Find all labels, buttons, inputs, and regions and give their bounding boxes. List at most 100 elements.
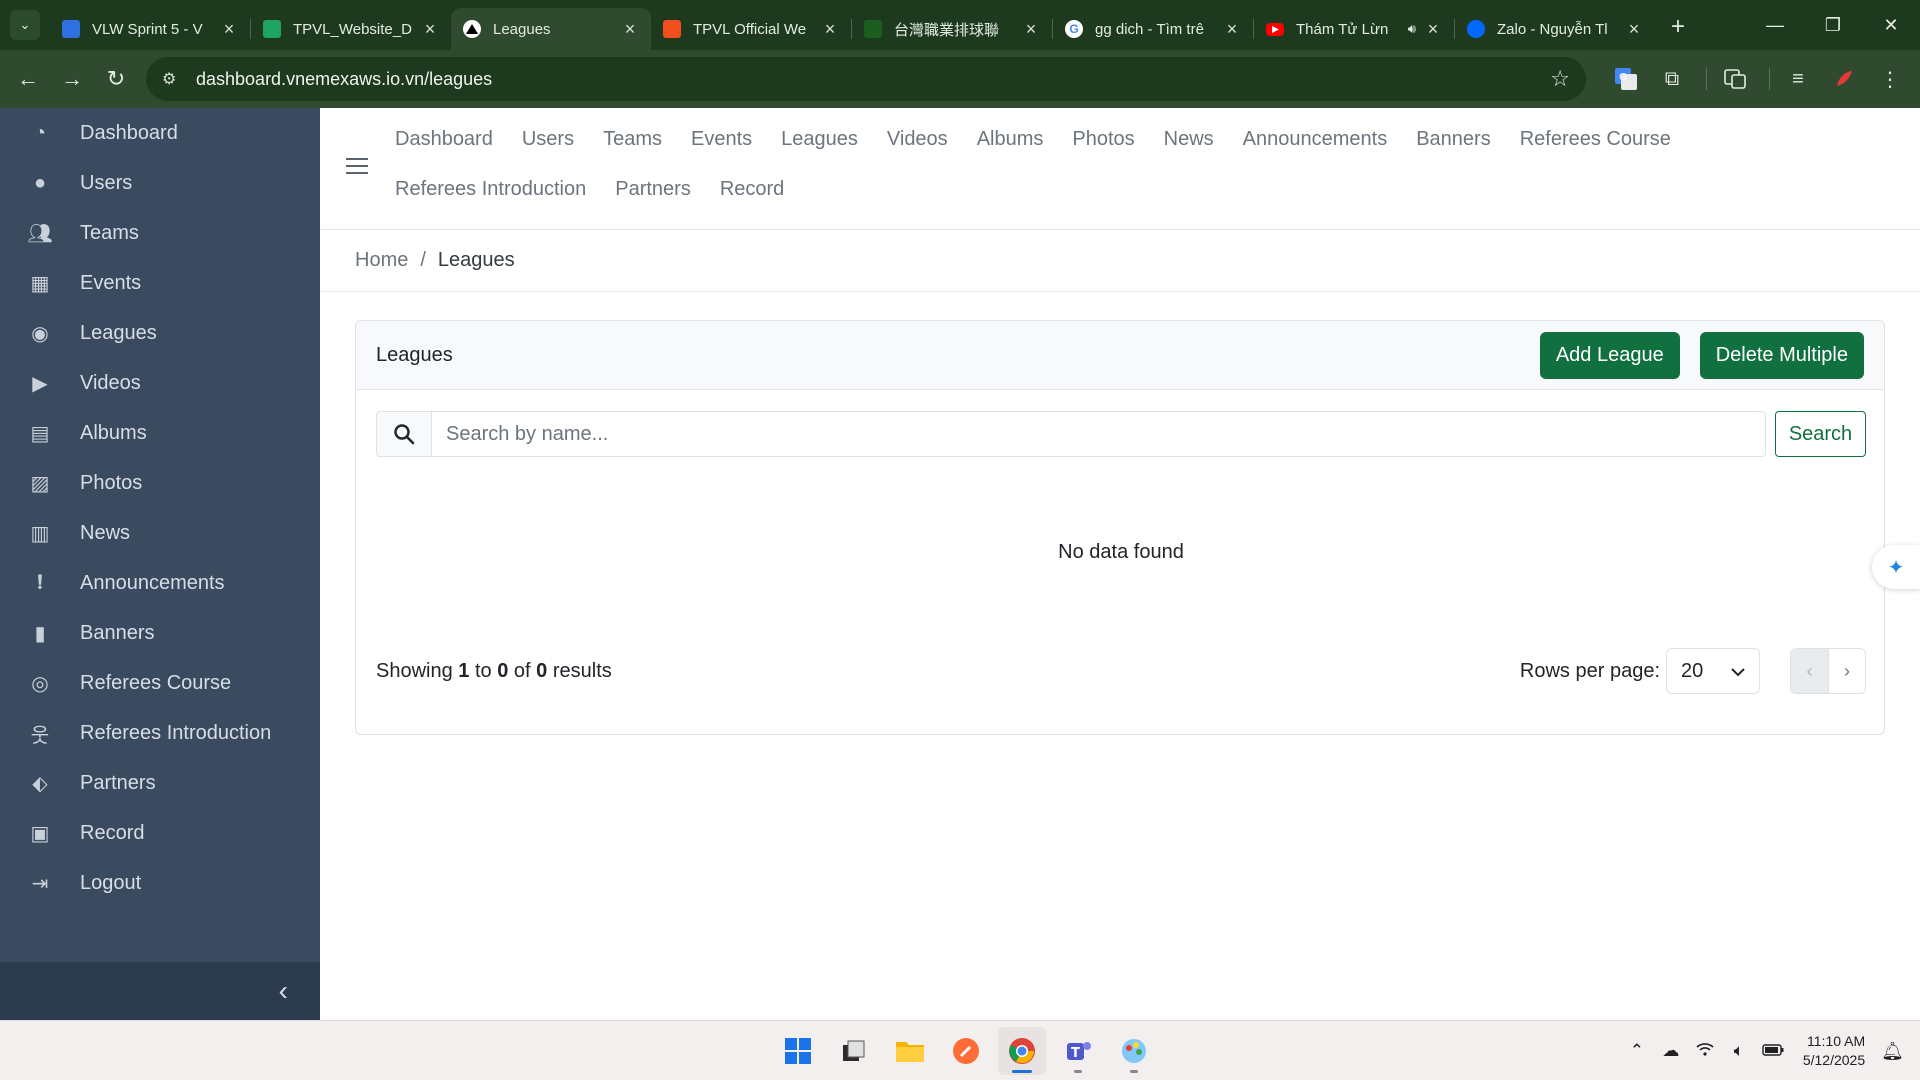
minimize-button[interactable]: — <box>1746 0 1804 50</box>
previous-page-button[interactable]: ‹ <box>1791 649 1828 693</box>
sidebar-item-teams[interactable]: 👥︎ Teams <box>0 208 320 258</box>
reload-button[interactable]: ↻ <box>94 57 138 101</box>
tab-title: gg dich - Tìm trê <box>1095 20 1204 38</box>
sidebar-item-leagues[interactable]: ◉ Leagues <box>0 308 320 358</box>
sidebar-item-banners[interactable]: ▮ Banners <box>0 608 320 658</box>
add-league-button[interactable]: Add League <box>1539 331 1680 379</box>
sidebar-item-albums[interactable]: ▤ Albums <box>0 408 320 458</box>
url-text[interactable]: dashboard.vnemexaws.io.vn/leagues <box>196 69 1550 90</box>
address-bar[interactable]: ⚙ dashboard.vnemexaws.io.vn/leagues ☆ <box>146 57 1586 101</box>
topnav-link-users[interactable]: Users <box>522 128 574 150</box>
browser-tab[interactable]: Zalo - Nguyễn Tl × <box>1455 8 1655 50</box>
rows-per-page-select[interactable]: 20 <box>1666 648 1760 694</box>
translate-page-icon[interactable] <box>1715 59 1755 99</box>
tab-search-button[interactable]: ⌄ <box>10 10 40 40</box>
topnav-link-teams[interactable]: Teams <box>603 128 662 150</box>
extensions-puzzle-icon[interactable]: ⧉ <box>1652 59 1692 99</box>
window-controls: — ❐ ✕ <box>1746 0 1920 50</box>
browser-tab[interactable]: Ggg dich - Tìm trê × <box>1053 8 1253 50</box>
topnav-link-referees-introduction[interactable]: Referees Introduction <box>395 178 586 200</box>
banner-icon: ▮ <box>34 622 46 645</box>
paint-app-icon[interactable] <box>1110 1027 1158 1075</box>
tab-close-icon[interactable]: × <box>220 19 238 40</box>
topnav-link-partners[interactable]: Partners <box>615 178 691 200</box>
restore-button[interactable]: ❐ <box>1804 0 1862 50</box>
sidebar-item-news[interactable]: ▥ News <box>0 508 320 558</box>
sidebar-collapse-button[interactable]: ‹ <box>0 962 320 1020</box>
volume-icon[interactable]: 🔈︎ <box>1725 1041 1753 1061</box>
assistant-widget-icon[interactable]: ✦ <box>1872 545 1920 589</box>
clock[interactable]: 11:10 AM 5/12/2025 <box>1803 1032 1865 1070</box>
topnav-link-videos[interactable]: Videos <box>887 128 948 150</box>
browser-tab[interactable]: VLW Sprint 5 - V × <box>50 8 250 50</box>
tab-close-icon[interactable]: × <box>1223 19 1241 40</box>
new-tab-button[interactable]: + <box>1663 12 1693 42</box>
browser-tab[interactable]: Thám Tử Lừn 🔊︎ × <box>1254 8 1454 50</box>
delete-multiple-button[interactable]: Delete Multiple <box>1699 331 1864 379</box>
chevron-up-icon[interactable]: ⌃ <box>1623 1041 1651 1061</box>
topnav-link-events[interactable]: Events <box>691 128 752 150</box>
topnav-link-albums[interactable]: Albums <box>977 128 1044 150</box>
google-translate-icon[interactable]: G <box>1606 59 1646 99</box>
bookmark-star-icon[interactable]: ☆ <box>1550 66 1570 92</box>
sidebar-item-partners[interactable]: ⬖ Partners <box>0 758 320 808</box>
file-explorer-icon[interactable] <box>886 1027 934 1075</box>
task-view-icon[interactable] <box>830 1027 878 1075</box>
topnav-link-dashboard[interactable]: Dashboard <box>395 128 493 150</box>
postman-icon[interactable] <box>942 1027 990 1075</box>
topnav-link-referees-course[interactable]: Referees Course <box>1520 128 1671 150</box>
tab-close-icon[interactable]: × <box>821 19 839 40</box>
topnav-link-leagues[interactable]: Leagues <box>781 128 858 150</box>
tab-audio-icon[interactable]: 🔊︎ <box>1408 21 1416 37</box>
sidebar-item-referees-introduction[interactable]: 웃 Referees Introduction <box>0 708 320 758</box>
search-input[interactable] <box>432 411 1766 457</box>
sidebar-item-label: Referees Course <box>80 671 232 694</box>
sidebar-item-logout[interactable]: ⇥ Logout <box>0 858 320 908</box>
browser-tab[interactable]: 台灣職業排球聯 × <box>852 8 1052 50</box>
wifi-icon[interactable] <box>1691 1041 1719 1061</box>
battery-icon[interactable] <box>1759 1041 1787 1061</box>
sidebar-item-users[interactable]: ● Users <box>0 158 320 208</box>
profile-avatar-icon[interactable] <box>1824 59 1864 99</box>
notification-bell-icon[interactable]: 🔔︎ <box>1881 1041 1904 1062</box>
sidebar-item-events[interactable]: ▦ Events <box>0 258 320 308</box>
forward-button[interactable]: → <box>50 57 94 101</box>
sidebar-item-dashboard[interactable]: ◔ Dashboard <box>0 108 320 158</box>
sidebar-item-record[interactable]: ▣ Record <box>0 808 320 858</box>
sidebar-item-photos[interactable]: ▨ Photos <box>0 458 320 508</box>
tab-close-icon[interactable]: × <box>1022 19 1040 40</box>
onedrive-cloud-icon[interactable]: ☁ <box>1657 1041 1685 1061</box>
pagination-footer: Showing 1 to 0 of 0 results Rows per pag… <box>376 648 1866 694</box>
sidebar-item-referees-course[interactable]: ◎ Referees Course <box>0 658 320 708</box>
topnav-link-banners[interactable]: Banners <box>1416 128 1491 150</box>
topnav-link-photos[interactable]: Photos <box>1072 128 1134 150</box>
browser-tab[interactable]: Leagues × <box>451 8 651 50</box>
topnav-link-news[interactable]: News <box>1164 128 1214 150</box>
search-button[interactable]: Search <box>1775 411 1866 457</box>
back-button[interactable]: ← <box>6 57 50 101</box>
sidebar-item-videos[interactable]: ▶ Videos <box>0 358 320 408</box>
topnav-link-announcements[interactable]: Announcements <box>1243 128 1388 150</box>
tab-close-icon[interactable]: × <box>421 19 439 40</box>
browser-tab[interactable]: TPVL Official We × <box>651 8 851 50</box>
tab-close-icon[interactable]: × <box>1625 19 1643 40</box>
sidebar-item-label: Users <box>80 171 133 194</box>
sidebar-item-label: Partners <box>80 771 156 794</box>
windows-start-icon[interactable] <box>774 1027 822 1075</box>
next-page-button[interactable]: › <box>1828 649 1865 693</box>
chrome-taskbar-icon[interactable] <box>998 1027 1046 1075</box>
browser-tab[interactable]: TPVL_Website_D × <box>251 8 451 50</box>
close-window-button[interactable]: ✕ <box>1862 0 1920 50</box>
hamburger-menu-icon[interactable] <box>346 158 368 176</box>
sidebar-item-announcements[interactable]: ❗︎ Announcements <box>0 558 320 608</box>
browser-menu-icon[interactable]: ⋮ <box>1870 59 1910 99</box>
media-controls-icon[interactable]: ≡ <box>1778 59 1818 99</box>
topnav-link-record[interactable]: Record <box>720 178 784 200</box>
tab-close-icon[interactable]: × <box>1424 19 1442 40</box>
breadcrumb-home[interactable]: Home <box>355 249 408 272</box>
whistle-icon: ◎ <box>31 672 49 695</box>
teams-icon[interactable]: T <box>1054 1027 1102 1075</box>
site-info-icon[interactable]: ⚙ <box>162 69 184 89</box>
running-indicator <box>1130 1070 1138 1073</box>
tab-close-icon[interactable]: × <box>621 19 639 40</box>
